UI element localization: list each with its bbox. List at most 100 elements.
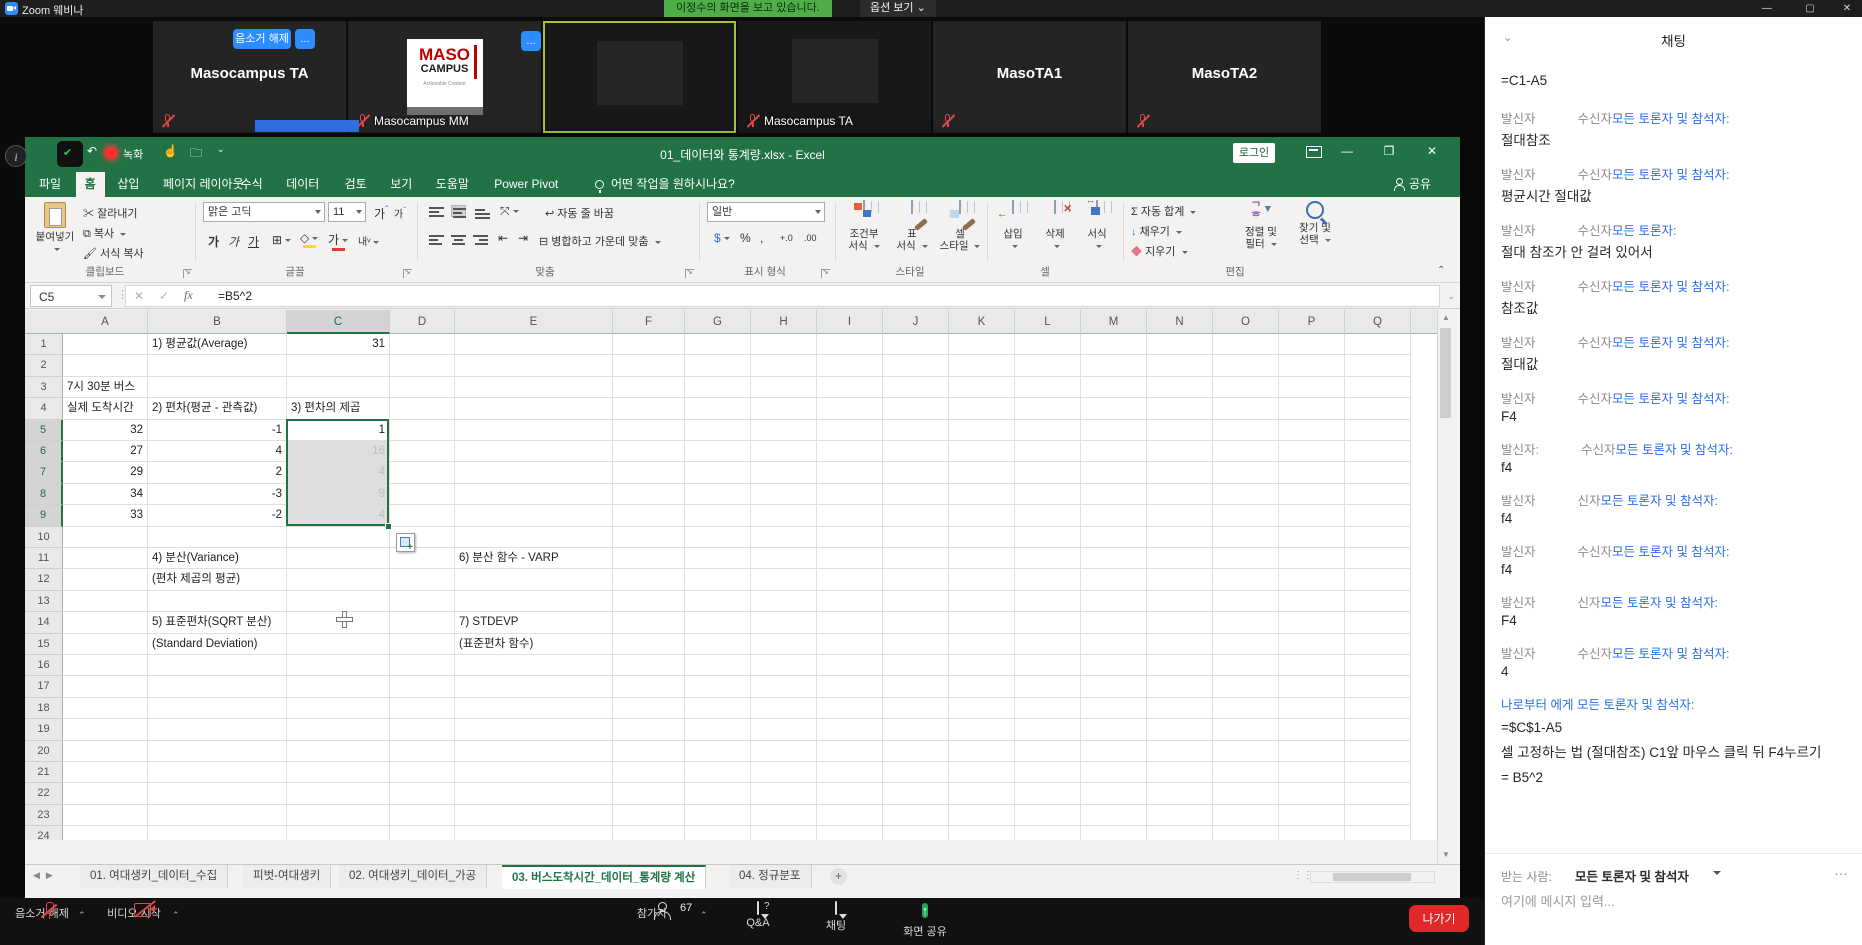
cell-H4[interactable] (751, 398, 817, 419)
cell-P19[interactable] (1279, 719, 1345, 740)
cell-A1[interactable] (63, 334, 148, 355)
cell-P16[interactable] (1279, 655, 1345, 676)
cell-H13[interactable] (751, 591, 817, 612)
cell-F17[interactable] (613, 676, 685, 697)
column-header-O[interactable]: O (1213, 310, 1279, 334)
scroll-down-icon[interactable]: ▼ (1438, 847, 1454, 863)
cell-B16[interactable] (148, 655, 287, 676)
cell-K12[interactable] (949, 569, 1015, 590)
row-header-22[interactable]: 22 (25, 783, 63, 804)
cell-E13[interactable] (455, 591, 613, 612)
cell-I16[interactable] (817, 655, 883, 676)
cell-E2[interactable] (455, 355, 613, 376)
cell-Q12[interactable] (1345, 569, 1411, 590)
sheet-tab[interactable]: 04. 정규분포 (729, 865, 812, 888)
increase-indent-icon[interactable]: ⇥ (518, 231, 528, 245)
cell-E24[interactable] (455, 826, 613, 840)
chat-message[interactable]: 발신자:수신자모든 토론자 및 참석자:f4 (1501, 439, 1846, 475)
cell-E3[interactable] (455, 377, 613, 398)
excel-close-button[interactable]: ✕ (1415, 137, 1449, 165)
underline-button[interactable]: 가 (248, 233, 259, 250)
collapse-ribbon-icon[interactable]: ⌃ (1437, 265, 1445, 276)
cell-A21[interactable] (63, 762, 148, 783)
cell-N21[interactable] (1147, 762, 1213, 783)
cell-K23[interactable] (949, 805, 1015, 826)
cell-E17[interactable] (455, 676, 613, 697)
cell-O16[interactable] (1213, 655, 1279, 676)
chat-message-list[interactable]: =C1-A5발신자수신자모든 토론자 및 참석자:절대참조발신자수신자모든 토론… (1485, 69, 1862, 853)
cell-H2[interactable] (751, 355, 817, 376)
cell-G5[interactable] (685, 420, 751, 441)
horizontal-scrollbar[interactable] (1310, 871, 1435, 883)
cell-G8[interactable] (685, 484, 751, 505)
autosum-button[interactable]: Σ 자동 합계 (1131, 203, 1196, 219)
cell-P14[interactable] (1279, 612, 1345, 633)
cell-B3[interactable] (148, 377, 287, 398)
cell-K2[interactable] (949, 355, 1015, 376)
cell-B6[interactable]: 4 (148, 441, 287, 462)
ribbon-tab-삽입[interactable]: 삽입 (108, 172, 148, 197)
cell-Q14[interactable] (1345, 612, 1411, 633)
cell-G14[interactable] (685, 612, 751, 633)
cell-J6[interactable] (883, 441, 949, 462)
cell-I4[interactable] (817, 398, 883, 419)
cell-M5[interactable] (1081, 420, 1147, 441)
cell-O21[interactable] (1213, 762, 1279, 783)
cell-E18[interactable] (455, 698, 613, 719)
cell-N13[interactable] (1147, 591, 1213, 612)
italic-button[interactable]: 가 (228, 233, 239, 250)
vertical-scrollbar-thumb[interactable] (1440, 328, 1451, 418)
audience-link[interactable]: 모든 토론자 및 참석자: (1612, 112, 1729, 126)
cancel-formula-icon[interactable]: ✕ (134, 289, 144, 303)
cell-F16[interactable] (613, 655, 685, 676)
cell-G1[interactable] (685, 334, 751, 355)
cell-D12[interactable] (390, 569, 455, 590)
shrink-font-button[interactable]: 가ˇ (394, 205, 406, 220)
cell-L12[interactable] (1015, 569, 1081, 590)
recipient-dropdown-icon[interactable] (1713, 871, 1721, 875)
cell-C16[interactable] (287, 655, 390, 676)
cell-H3[interactable] (751, 377, 817, 398)
cell-E22[interactable] (455, 783, 613, 804)
align-center-icon[interactable] (451, 235, 466, 247)
cell-D13[interactable] (390, 591, 455, 612)
cell-P15[interactable] (1279, 634, 1345, 655)
clipboard-dialog-launcher[interactable] (183, 269, 192, 278)
mic-options-caret[interactable]: ⌃ (78, 910, 86, 921)
cell-O15[interactable] (1213, 634, 1279, 655)
cell-J20[interactable] (883, 741, 949, 762)
cell-N24[interactable] (1147, 826, 1213, 840)
cell-G17[interactable] (685, 676, 751, 697)
cell-J7[interactable] (883, 462, 949, 483)
cell-P2[interactable] (1279, 355, 1345, 376)
unmute-button[interactable]: 음소거 해제 (10, 902, 74, 921)
ribbon-tab-Power Pivot[interactable]: Power Pivot (485, 172, 567, 197)
cell-G16[interactable] (685, 655, 751, 676)
cell-J1[interactable] (883, 334, 949, 355)
cell-E6[interactable] (455, 441, 613, 462)
audience-link[interactable]: 모든 토론자: (1612, 224, 1676, 238)
cell-B11[interactable]: 4) 분산(Variance) (148, 548, 287, 569)
cell-Q13[interactable] (1345, 591, 1411, 612)
column-header-E[interactable]: E (455, 310, 613, 334)
cell-F21[interactable] (613, 762, 685, 783)
cell-D7[interactable] (390, 462, 455, 483)
cell-G15[interactable] (685, 634, 751, 655)
more-overlay-button[interactable]: ... (295, 29, 315, 49)
font-color-button[interactable]: 가 (328, 231, 348, 251)
cell-J5[interactable] (883, 420, 949, 441)
cell-D9[interactable] (390, 505, 455, 526)
cell-O2[interactable] (1213, 355, 1279, 376)
cell-J9[interactable] (883, 505, 949, 526)
cell-G24[interactable] (685, 826, 751, 840)
share-screen-button[interactable]: ↑ 화면 공유 (892, 902, 958, 939)
cell-C11[interactable] (287, 548, 390, 569)
cell-P9[interactable] (1279, 505, 1345, 526)
cell-C12[interactable] (287, 569, 390, 590)
cell-L17[interactable] (1015, 676, 1081, 697)
column-header-D[interactable]: D (390, 310, 455, 334)
cell-H6[interactable] (751, 441, 817, 462)
cell-Q4[interactable] (1345, 398, 1411, 419)
cell-P12[interactable] (1279, 569, 1345, 590)
delete-cells-button[interactable]: ✕ 삭제 (1035, 201, 1075, 252)
